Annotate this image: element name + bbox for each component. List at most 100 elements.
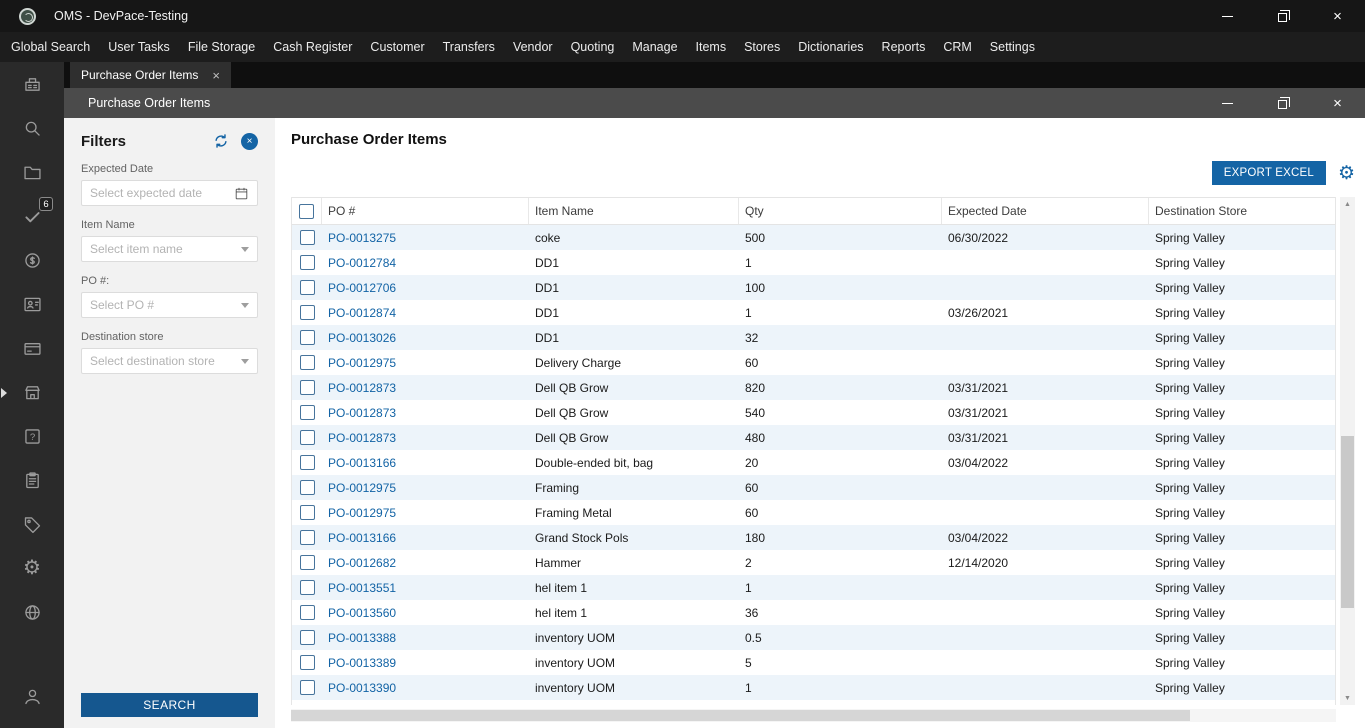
sidebar-item-settings[interactable]: ⚙: [0, 546, 64, 590]
sidebar-expander-icon[interactable]: [1, 388, 7, 398]
row-checkbox[interactable]: [299, 555, 315, 570]
po-number-link[interactable]: PO-0013026: [328, 331, 396, 345]
scroll-up-icon[interactable]: ▲: [1340, 197, 1355, 211]
refresh-icon[interactable]: [212, 132, 230, 150]
sidebar-item-orders[interactable]: [0, 458, 64, 502]
row-checkbox[interactable]: [299, 455, 315, 470]
menu-item[interactable]: Settings: [981, 40, 1044, 54]
row-checkbox[interactable]: [299, 330, 315, 345]
column-header-expected-date[interactable]: Expected Date: [942, 198, 1149, 224]
po-number-link[interactable]: PO-0012784: [328, 256, 396, 270]
restore-button[interactable]: [1255, 0, 1310, 32]
inner-restore-button[interactable]: [1255, 88, 1310, 118]
po-number-link[interactable]: PO-0012873: [328, 431, 396, 445]
scroll-down-icon[interactable]: ▼: [1340, 691, 1355, 705]
menu-item[interactable]: Cash Register: [264, 40, 361, 54]
row-checkbox[interactable]: [299, 430, 315, 445]
close-button[interactable]: ×: [1310, 0, 1365, 32]
row-checkbox[interactable]: [299, 655, 315, 670]
search-button[interactable]: SEARCH: [81, 693, 258, 717]
row-checkbox-cell: [292, 605, 322, 620]
row-checkbox[interactable]: [299, 230, 315, 245]
po-number-link[interactable]: PO-0013389: [328, 656, 396, 670]
row-checkbox[interactable]: [299, 480, 315, 495]
sidebar-item-tasks[interactable]: 6: [0, 194, 64, 238]
row-checkbox[interactable]: [299, 580, 315, 595]
po-number-link[interactable]: PO-0013551: [328, 581, 396, 595]
tab-close-icon[interactable]: ×: [212, 69, 220, 82]
po-number-select[interactable]: Select PO #: [81, 292, 258, 318]
column-header-destination-store[interactable]: Destination Store: [1149, 198, 1335, 224]
inner-close-button[interactable]: ×: [1310, 88, 1365, 118]
menu-item[interactable]: User Tasks: [99, 40, 179, 54]
select-all-checkbox[interactable]: [299, 203, 314, 219]
po-number-link[interactable]: PO-0013390: [328, 681, 396, 695]
horizontal-scrollbar-thumb[interactable]: [291, 710, 1190, 721]
row-checkbox[interactable]: [299, 280, 315, 295]
po-number-link[interactable]: PO-0013560: [328, 606, 396, 620]
row-checkbox[interactable]: [299, 505, 315, 520]
sidebar-item-contacts[interactable]: [0, 282, 64, 326]
menu-item[interactable]: Global Search: [2, 40, 99, 54]
row-checkbox[interactable]: [299, 305, 315, 320]
menu-item[interactable]: Stores: [735, 40, 789, 54]
column-header-po[interactable]: PO #: [322, 198, 529, 224]
item-name-select[interactable]: Select item name: [81, 236, 258, 262]
row-checkbox[interactable]: [299, 355, 315, 370]
row-checkbox[interactable]: [299, 380, 315, 395]
sidebar-item-money[interactable]: [0, 238, 64, 282]
row-checkbox[interactable]: [299, 405, 315, 420]
horizontal-scrollbar[interactable]: [291, 709, 1336, 722]
tab-purchase-order-items[interactable]: Purchase Order Items ×: [70, 62, 231, 88]
po-number-link[interactable]: PO-0013388: [328, 631, 396, 645]
po-number-link[interactable]: PO-0012975: [328, 356, 396, 370]
menu-item[interactable]: Customer: [361, 40, 433, 54]
menu-item[interactable]: CRM: [934, 40, 980, 54]
row-checkbox[interactable]: [299, 255, 315, 270]
sidebar-item-help[interactable]: ?: [0, 414, 64, 458]
sidebar-item-tags[interactable]: [0, 502, 64, 546]
po-number-link[interactable]: PO-0012873: [328, 381, 396, 395]
row-checkbox[interactable]: [299, 680, 315, 695]
menu-item[interactable]: Transfers: [434, 40, 504, 54]
po-number-link[interactable]: PO-0012873: [328, 406, 396, 420]
destination-store-select[interactable]: Select destination store: [81, 348, 258, 374]
po-number-link[interactable]: PO-0012682: [328, 556, 396, 570]
column-header-qty[interactable]: Qty: [739, 198, 942, 224]
po-number-link[interactable]: PO-0013166: [328, 531, 396, 545]
po-number-link[interactable]: PO-0013166: [328, 456, 396, 470]
menu-item[interactable]: Dictionaries: [789, 40, 872, 54]
menu-item[interactable]: Vendor: [504, 40, 562, 54]
menu-item[interactable]: Manage: [623, 40, 686, 54]
sidebar-item-search[interactable]: [0, 106, 64, 150]
clear-filters-icon[interactable]: ×: [241, 132, 258, 150]
sidebar-item-transfers[interactable]: [0, 326, 64, 370]
sidebar-item-files[interactable]: [0, 150, 64, 194]
export-excel-button[interactable]: EXPORT EXCEL: [1211, 161, 1326, 185]
sidebar-item-web[interactable]: [0, 590, 64, 634]
menu-item[interactable]: Reports: [873, 40, 935, 54]
table-row: PO-0013388 inventory UOM 0.5 Spring Vall…: [292, 625, 1335, 650]
vertical-scrollbar-thumb[interactable]: [1341, 435, 1354, 609]
po-number-link[interactable]: PO-0012874: [328, 306, 396, 320]
minimize-button[interactable]: [1200, 0, 1255, 32]
menu-item[interactable]: File Storage: [179, 40, 264, 54]
po-number-link[interactable]: PO-0013275: [328, 231, 396, 245]
calendar-icon[interactable]: [234, 186, 249, 201]
row-checkbox[interactable]: [299, 605, 315, 620]
row-checkbox[interactable]: [299, 630, 315, 645]
inner-minimize-button[interactable]: [1200, 88, 1255, 118]
menu-item[interactable]: Quoting: [562, 40, 624, 54]
column-header-item-name[interactable]: Item Name: [529, 198, 739, 224]
po-number-link[interactable]: PO-0012975: [328, 481, 396, 495]
row-checkbox[interactable]: [299, 530, 315, 545]
menu-item[interactable]: Items: [687, 40, 736, 54]
sidebar-item-stores[interactable]: [0, 370, 64, 414]
sidebar-item-user[interactable]: [0, 674, 64, 718]
expected-date-input[interactable]: Select expected date: [81, 180, 258, 206]
po-number-link[interactable]: PO-0012706: [328, 281, 396, 295]
table-settings-gear-icon[interactable]: ⚙: [1338, 164, 1355, 183]
po-number-link[interactable]: PO-0012975: [328, 506, 396, 520]
vertical-scrollbar[interactable]: ▲ ▼: [1340, 197, 1355, 705]
sidebar-item-cash-register[interactable]: [0, 62, 64, 106]
